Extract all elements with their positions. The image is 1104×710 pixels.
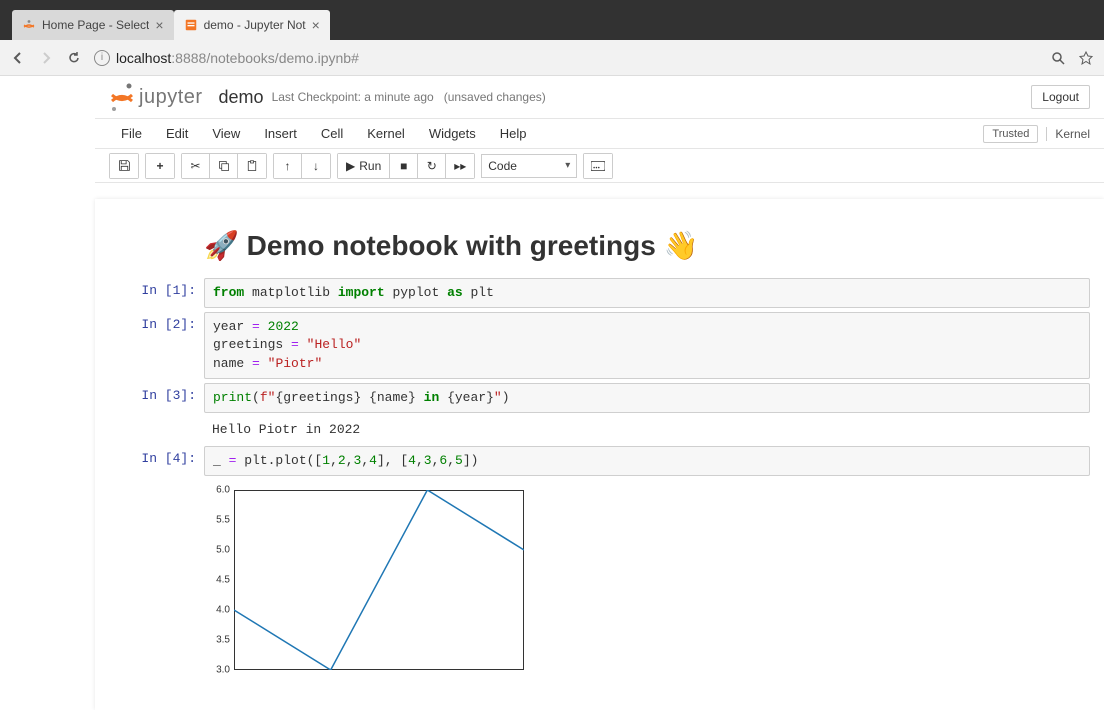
- code-input-3[interactable]: print(f"{greetings} {name} in {year}"): [204, 383, 1090, 413]
- logo-text: jupyter: [139, 86, 203, 109]
- code-input-2[interactable]: year = 2022 greetings = "Hello" name = "…: [204, 312, 1090, 379]
- menu-view[interactable]: View: [200, 122, 252, 145]
- logout-button[interactable]: Logout: [1031, 85, 1090, 109]
- url-host: localhost: [116, 50, 171, 66]
- code-cell-2[interactable]: In [2]: year = 2022 greetings = "Hello" …: [95, 312, 1104, 379]
- url-path: /notebooks/demo.ipynb#: [206, 50, 359, 66]
- cell-type-select[interactable]: Code: [481, 154, 577, 178]
- menu-insert[interactable]: Insert: [252, 122, 309, 145]
- code-input-4[interactable]: _ = plt.plot([1,2,3,4], [4,3,6,5]): [204, 446, 1090, 476]
- code-cell-1[interactable]: In [1]: from matplotlib import pyplot as…: [95, 278, 1104, 308]
- notebook-favicon: [184, 18, 198, 32]
- back-icon[interactable]: [10, 50, 26, 66]
- y-tick-label: 5.5: [204, 515, 230, 526]
- reload-icon[interactable]: [66, 50, 82, 66]
- stdout-output: Hello Piotr in 2022: [204, 417, 1090, 442]
- matplotlib-output: 3.0 3.5 4.0 4.5 5.0 5.5 6.0: [204, 480, 534, 690]
- notebook-container: 🚀 Demo notebook with greetings 👋 In [1]:…: [95, 199, 1104, 710]
- notebook-name[interactable]: demo: [219, 87, 264, 108]
- prompt-in-3: In [3]:: [109, 383, 204, 413]
- close-icon[interactable]: ×: [312, 17, 320, 33]
- cut-button[interactable]: ✂: [182, 154, 210, 178]
- code-input-1[interactable]: from matplotlib import pyplot as plt: [204, 278, 1090, 308]
- run-button[interactable]: ▶ Run: [338, 154, 390, 178]
- prompt-in-1: In [1]:: [109, 278, 204, 308]
- command-palette-button[interactable]: [584, 154, 612, 178]
- interrupt-button[interactable]: ■: [390, 154, 418, 178]
- site-info-icon[interactable]: i: [94, 50, 110, 66]
- paste-button[interactable]: [238, 154, 266, 178]
- prompt-in-4: In [4]:: [109, 446, 204, 476]
- bookmark-icon[interactable]: [1078, 50, 1094, 66]
- y-tick-label: 4.5: [204, 575, 230, 586]
- menu-cell[interactable]: Cell: [309, 122, 355, 145]
- url-port: :8888: [171, 50, 206, 66]
- menu-help[interactable]: Help: [488, 122, 539, 145]
- copy-button[interactable]: [210, 154, 238, 178]
- y-tick-label: 3.0: [204, 665, 230, 676]
- plot-line: [234, 490, 524, 670]
- markdown-cell-title[interactable]: 🚀 Demo notebook with greetings 👋: [95, 229, 1104, 262]
- menu-kernel[interactable]: Kernel: [355, 122, 417, 145]
- notebook-title-heading: 🚀 Demo notebook with greetings 👋: [204, 229, 1090, 262]
- menu-file[interactable]: File: [109, 122, 154, 145]
- zoom-icon[interactable]: [1050, 50, 1066, 66]
- save-button[interactable]: [110, 154, 138, 178]
- y-tick-label: 5.0: [204, 545, 230, 556]
- add-cell-button[interactable]: +: [146, 154, 174, 178]
- move-down-button[interactable]: ↓: [302, 154, 330, 178]
- tab-title: Home Page - Select: [42, 18, 149, 32]
- code-cell-4[interactable]: In [4]: _ = plt.plot([1,2,3,4], [4,3,6,5…: [95, 446, 1104, 476]
- kernel-indicator[interactable]: Kernel: [1046, 127, 1090, 141]
- browser-tab-demo[interactable]: demo - Jupyter Not ×: [174, 10, 330, 40]
- jupyter-header: jupyter demo Last Checkpoint: a minute a…: [95, 76, 1104, 119]
- trusted-indicator[interactable]: Trusted: [983, 125, 1038, 143]
- forward-icon: [38, 50, 54, 66]
- checkpoint-status: Last Checkpoint: a minute ago (unsaved c…: [272, 90, 546, 104]
- browser-tab-strip: Home Page - Select × demo - Jupyter Not …: [0, 0, 1104, 40]
- menu-edit[interactable]: Edit: [154, 122, 200, 145]
- output-cell-3: Hello Piotr in 2022: [95, 417, 1104, 442]
- code-cell-3[interactable]: In [3]: print(f"{greetings} {name} in {y…: [95, 383, 1104, 413]
- menu-widgets[interactable]: Widgets: [417, 122, 488, 145]
- move-up-button[interactable]: ↑: [274, 154, 302, 178]
- toolbar: + ✂ ↑ ↓ ▶ Run ■ ↻ ▸▸ Code: [95, 149, 1104, 183]
- y-tick-label: 4.0: [204, 605, 230, 616]
- jupyter-logo[interactable]: jupyter: [109, 82, 203, 112]
- restart-button[interactable]: ↻: [418, 154, 446, 178]
- menubar: File Edit View Insert Cell Kernel Widget…: [95, 119, 1104, 149]
- prompt-in-2: In [2]:: [109, 312, 204, 379]
- url-bar: i localhost:8888/notebooks/demo.ipynb#: [0, 40, 1104, 76]
- jupyter-favicon: [22, 18, 36, 32]
- restart-run-all-button[interactable]: ▸▸: [446, 154, 474, 178]
- address-bar[interactable]: i localhost:8888/notebooks/demo.ipynb#: [94, 50, 1038, 66]
- y-tick-label: 6.0: [204, 485, 230, 496]
- close-icon[interactable]: ×: [155, 17, 163, 33]
- y-tick-label: 3.5: [204, 635, 230, 646]
- tab-title: demo - Jupyter Not: [204, 18, 306, 32]
- browser-tab-home[interactable]: Home Page - Select ×: [12, 10, 174, 40]
